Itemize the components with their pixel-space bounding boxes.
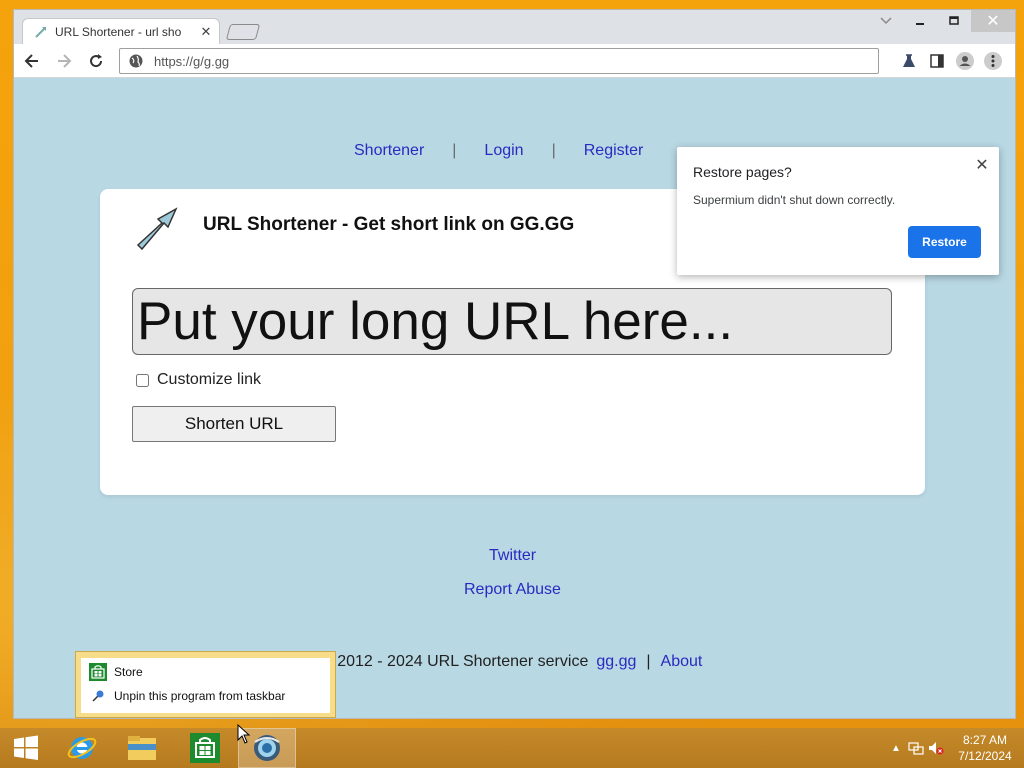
restore-pages-popup: Restore pages? Supermium didn't shut dow… bbox=[677, 147, 999, 275]
mouse-cursor-icon bbox=[237, 724, 251, 744]
menu-icon[interactable] bbox=[979, 48, 1007, 74]
copyright-line: © 2012 - 2024 URL Shortener service gg.g… bbox=[321, 653, 702, 671]
nav-register-link[interactable]: Register bbox=[584, 142, 644, 160]
taskbar: ▲ 8:27 AM 7/12/2024 bbox=[0, 728, 1024, 768]
nav-shortener-link[interactable]: Shortener bbox=[354, 142, 424, 160]
side-panel-icon[interactable] bbox=[923, 48, 951, 74]
browser-toolbar: https://g/g.gg bbox=[14, 44, 1015, 78]
tab-search-icon[interactable] bbox=[869, 10, 903, 32]
windows-logo-icon bbox=[14, 735, 38, 760]
nav-separator: | bbox=[452, 142, 457, 159]
clock-date: 7/12/2024 bbox=[958, 749, 1012, 763]
arrow-logo-icon bbox=[132, 205, 182, 251]
url-text: https://g/g.gg bbox=[154, 53, 230, 69]
forward-button[interactable] bbox=[50, 47, 78, 75]
jump-list-panel: Store Unpin this program from taskbar bbox=[81, 658, 330, 713]
jump-list-label: Store bbox=[114, 665, 143, 679]
site-nav: Shortener | Login | Register bbox=[354, 142, 643, 160]
tab-strip: URL Shortener - url sho ✕ ✕ bbox=[14, 10, 1015, 45]
card-title: URL Shortener - Get short link on GG.GG bbox=[203, 214, 575, 235]
close-window-button[interactable]: ✕ bbox=[971, 10, 1015, 32]
about-link[interactable]: About bbox=[661, 653, 703, 671]
unpin-icon bbox=[89, 687, 107, 705]
new-tab-button[interactable] bbox=[225, 24, 261, 40]
store-taskbar-icon bbox=[190, 733, 220, 763]
page-viewport: Shortener | Login | Register URL Shorten… bbox=[14, 78, 1015, 718]
popup-message: Supermium didn't shut down correctly. bbox=[693, 193, 896, 207]
nav-login-link[interactable]: Login bbox=[484, 142, 523, 160]
report-abuse-link[interactable]: Report Abuse bbox=[464, 581, 561, 599]
jump-list-label: Unpin this program from taskbar bbox=[114, 689, 286, 703]
long-url-input[interactable] bbox=[132, 288, 892, 355]
nav-separator: | bbox=[551, 142, 556, 159]
toolbar-actions bbox=[895, 48, 1007, 74]
footer-separator: | bbox=[646, 653, 651, 670]
shorten-url-button[interactable]: Shorten URL bbox=[132, 406, 336, 442]
browser-window: URL Shortener - url sho ✕ ✕ https://g/g.… bbox=[13, 9, 1016, 719]
internet-explorer-icon bbox=[67, 737, 97, 759]
taskbar-internet-explorer[interactable] bbox=[58, 728, 106, 768]
customize-link-option[interactable]: Customize link bbox=[136, 371, 261, 389]
back-button[interactable] bbox=[18, 47, 46, 75]
clock-time: 8:27 AM bbox=[962, 733, 1008, 747]
profile-icon[interactable] bbox=[951, 48, 979, 74]
customize-link-checkbox[interactable] bbox=[136, 373, 149, 387]
maximize-button[interactable] bbox=[937, 10, 971, 32]
volume-muted-icon[interactable] bbox=[926, 738, 946, 758]
taskbar-jump-list: Store Unpin this program from taskbar bbox=[75, 651, 336, 718]
jump-list-item-unpin[interactable]: Unpin this program from taskbar bbox=[89, 686, 285, 706]
window-controls: ✕ bbox=[869, 10, 1015, 32]
show-hidden-icons-icon[interactable]: ▲ bbox=[886, 738, 906, 758]
network-icon[interactable] bbox=[906, 738, 926, 758]
flask-icon[interactable] bbox=[895, 48, 923, 74]
folder-icon bbox=[128, 736, 156, 760]
popup-close-icon[interactable]: ✕ bbox=[973, 157, 991, 175]
arrow-favicon-icon bbox=[33, 24, 49, 40]
globe-icon bbox=[128, 53, 144, 69]
jump-list-item-store[interactable]: Store bbox=[89, 662, 143, 682]
minimize-button[interactable] bbox=[903, 10, 937, 32]
popup-title: Restore pages? bbox=[693, 164, 792, 180]
reload-button[interactable] bbox=[82, 47, 110, 75]
copyright-text: © 2012 - 2024 URL Shortener service bbox=[321, 653, 589, 670]
taskbar-store[interactable] bbox=[178, 728, 232, 768]
twitter-link[interactable]: Twitter bbox=[489, 547, 536, 565]
store-icon bbox=[89, 663, 107, 681]
tab-close-icon[interactable]: ✕ bbox=[199, 25, 213, 39]
taskbar-file-explorer[interactable] bbox=[118, 728, 166, 768]
gg-domain-link[interactable]: gg.gg bbox=[596, 653, 636, 671]
system-tray: ▲ 8:27 AM 7/12/2024 bbox=[886, 728, 1024, 768]
restore-button[interactable]: Restore bbox=[908, 226, 981, 258]
taskbar-clock[interactable]: 8:27 AM 7/12/2024 bbox=[946, 732, 1024, 764]
supermium-icon bbox=[254, 735, 280, 761]
customize-link-label: Customize link bbox=[157, 371, 262, 388]
tab-title: URL Shortener - url sho bbox=[55, 25, 182, 39]
address-bar[interactable]: https://g/g.gg bbox=[119, 48, 879, 74]
browser-tab[interactable]: URL Shortener - url sho ✕ bbox=[22, 18, 220, 45]
start-button[interactable] bbox=[4, 728, 48, 768]
